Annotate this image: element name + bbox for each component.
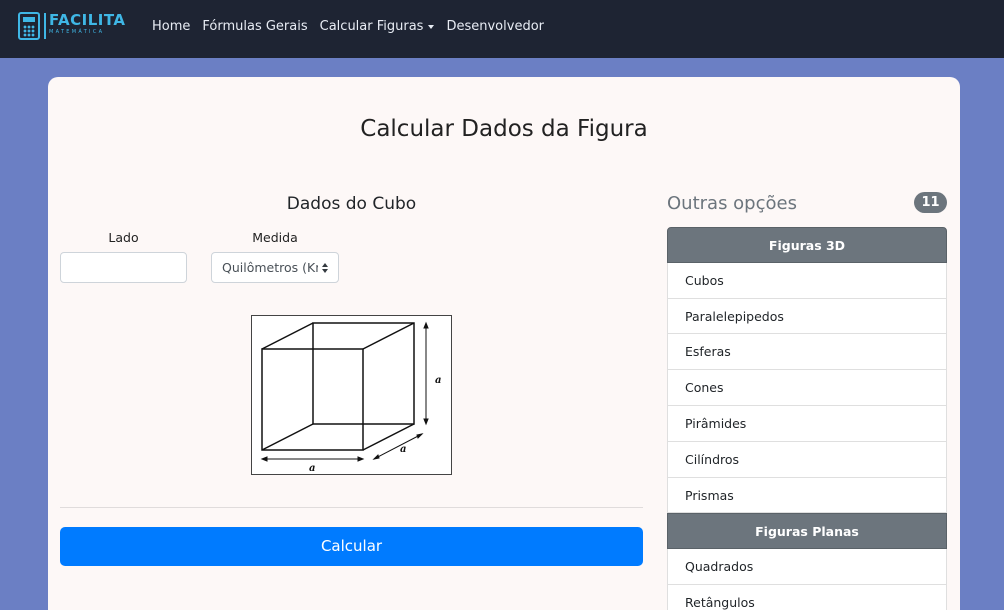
list-item-esferas[interactable]: Esferas (667, 334, 947, 371)
medida-label: Medida (252, 230, 298, 245)
nav-formulas[interactable]: Fórmulas Gerais (202, 19, 307, 34)
divider (60, 507, 643, 508)
list-item-prismas[interactable]: Prismas (667, 477, 947, 514)
caret-down-icon (428, 24, 435, 29)
brand-subtitle: MATEMÁTICA (49, 29, 105, 35)
nav-developer[interactable]: Desenvolvedor (446, 19, 544, 34)
list-item-quadrados[interactable]: Quadrados (667, 549, 947, 585)
navbar: FACILITA MATEMÁTICA Home Fórmulas Gerais… (0, 0, 1004, 58)
calcular-button[interactable]: Calcular (60, 527, 643, 566)
lado-label: Lado (108, 230, 139, 245)
nav-calcular-dropdown[interactable]: Calcular Figuras (320, 19, 435, 34)
calculator-icon (18, 12, 40, 40)
sidebar-title: Outras opções (667, 193, 797, 214)
form-title: Dados do Cubo (286, 194, 417, 214)
nav-calcular-label: Calcular Figuras (319, 19, 424, 34)
list-header-3d: Figuras 3D (667, 227, 947, 263)
list-header-planas: Figuras Planas (667, 513, 947, 550)
list-item-piramides[interactable]: Pirâmides (667, 405, 947, 442)
page-title: Calcular Dados da Figura (360, 116, 648, 142)
nav-home[interactable]: Home (152, 19, 190, 34)
list-item-cilindros[interactable]: Cilíndros (667, 441, 947, 478)
brand-logo[interactable]: FACILITA MATEMÁTICA (18, 12, 126, 40)
nav-links: Home Fórmulas Gerais Calcular Figuras De… (152, 19, 556, 34)
list-item-cones[interactable]: Cones (667, 370, 947, 406)
medida-select[interactable]: Quilômetros (Km) (211, 252, 339, 283)
options-count-badge: 11 (914, 192, 947, 213)
edge-label-depth: a (400, 444, 406, 455)
edge-label-right: a (435, 375, 441, 386)
list-item-retangulos[interactable]: Retângulos (667, 584, 947, 610)
brand-name: FACILITA (49, 11, 126, 29)
options-list: Figuras 3D Cubos Paralelepipedos Esferas… (667, 227, 947, 610)
list-item-cubos[interactable]: Cubos (667, 262, 947, 299)
main-card: Calcular Dados da Figura Dados do Cubo L… (48, 77, 960, 610)
list-item-paralelepipedos[interactable]: Paralelepipedos (667, 298, 947, 335)
edge-label-bottom: a (309, 463, 315, 474)
cube-diagram: a a a (251, 315, 452, 475)
select-arrows-icon (322, 263, 329, 274)
medida-selected-value: Quilômetros (Km) (222, 260, 318, 275)
lado-input[interactable] (60, 252, 187, 283)
